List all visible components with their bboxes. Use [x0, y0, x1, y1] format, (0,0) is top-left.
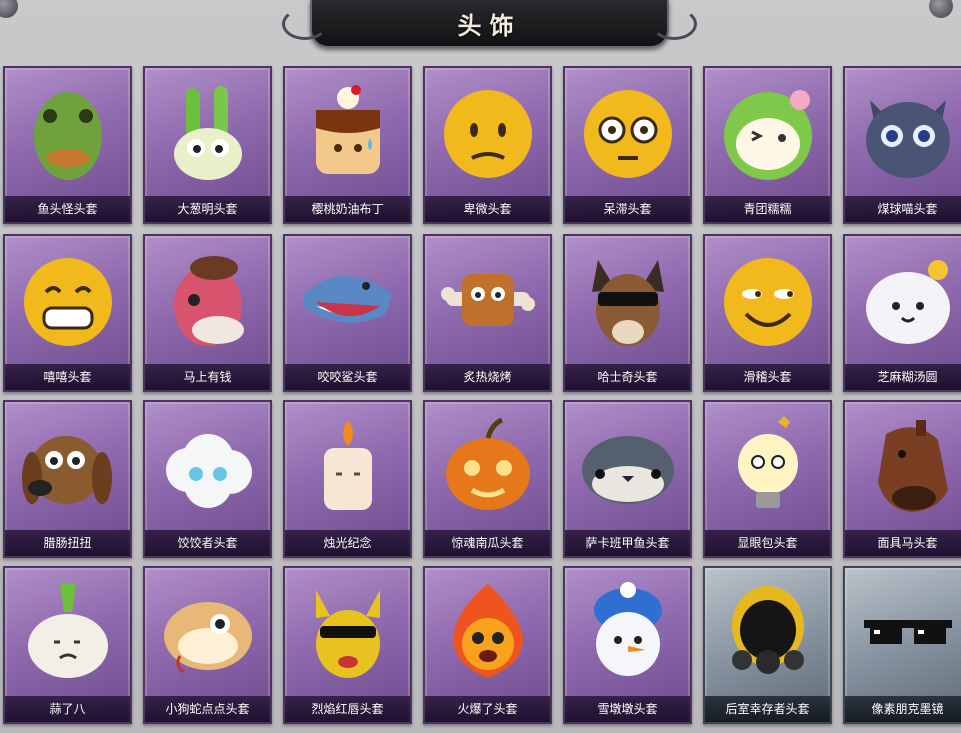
item-card[interactable]: 嘻嘻头套 [3, 234, 132, 392]
item-label: 芝麻糊汤圆 [845, 364, 961, 390]
black-cat-icon [865, 100, 950, 178]
item-card[interactable]: 饺饺者头套 [143, 400, 272, 558]
item-label: 烛光纪念 [285, 530, 410, 556]
item-card[interactable]: 蒜了八 [3, 566, 132, 724]
item-label: 大葱明头套 [145, 196, 270, 222]
fish-mask-icon [33, 92, 102, 180]
item-label: 呆滞头套 [565, 196, 690, 222]
item-label: 火爆了头套 [425, 696, 550, 722]
item-card[interactable]: 惊魂南瓜头套 [423, 400, 552, 558]
dachshund-icon [21, 436, 112, 504]
item-label: 煤球喵头套 [845, 196, 961, 222]
item-label: 像素朋克墨镜 [845, 696, 961, 722]
pink-horse-icon [173, 256, 244, 346]
item-card[interactable]: 显眼包头套 [703, 400, 832, 558]
item-card[interactable]: 马上有钱 [143, 234, 272, 392]
garlic-icon [27, 584, 108, 678]
green-onion-icon [173, 86, 242, 180]
item-card[interactable]: 火爆了头套 [423, 566, 552, 724]
pumpkin-icon [445, 417, 530, 510]
item-label: 惊魂南瓜头套 [425, 530, 550, 556]
sacabambaspis-icon [581, 436, 674, 504]
item-card[interactable]: 鱼头怪头套 [3, 66, 132, 224]
item-card[interactable]: 萨卡班甲鱼头套 [563, 400, 692, 558]
item-card[interactable]: 腊肠扭扭 [3, 400, 132, 558]
item-card[interactable]: 卑微头套 [423, 66, 552, 224]
husky-sunglasses-icon [591, 260, 664, 346]
item-card[interactable]: 后室幸存者头套 [703, 566, 832, 724]
snowman-icon [593, 582, 662, 676]
item-card[interactable]: 炙热烧烤 [423, 234, 552, 392]
cloud-dumpling-icon [165, 434, 252, 508]
item-card[interactable]: 呆滞头套 [563, 66, 692, 224]
item-label: 嘻嘻头套 [5, 364, 130, 390]
item-label: 显眼包头套 [705, 530, 830, 556]
item-label: 萨卡班甲鱼头套 [565, 530, 690, 556]
item-card[interactable]: 像素朋克墨镜 [843, 566, 961, 724]
item-label: 后室幸存者头套 [705, 696, 830, 722]
item-label: 腊肠扭扭 [5, 530, 130, 556]
item-label: 马上有钱 [145, 364, 270, 390]
candle-icon [323, 420, 372, 510]
item-card[interactable]: 烛光纪念 [283, 400, 412, 558]
snake-icon [163, 602, 252, 674]
item-label: 樱桃奶油布丁 [285, 196, 410, 222]
item-card[interactable]: 滑稽头套 [703, 234, 832, 392]
blank-stare-emoji-icon [583, 90, 672, 178]
corner-ornament-left [0, 0, 18, 18]
item-card[interactable]: 芝麻糊汤圆 [843, 234, 961, 392]
gas-mask-icon [731, 586, 804, 674]
title-banner: 头饰 [282, 0, 697, 48]
item-label: 鱼头怪头套 [5, 196, 130, 222]
item-label: 小狗蛇点点头套 [145, 696, 270, 722]
item-card[interactable]: 雪墩墩头套 [563, 566, 692, 724]
dumpling-icon [865, 260, 950, 344]
item-card[interactable]: 小狗蛇点点头套 [143, 566, 272, 724]
item-card[interactable]: 大葱明头套 [143, 66, 272, 224]
roast-meat-icon [440, 274, 535, 326]
item-card[interactable]: 樱桃奶油布丁 [283, 66, 412, 224]
item-label: 哈士奇头套 [565, 364, 690, 390]
lightbulb-icon [737, 416, 798, 508]
item-label: 青团糯糯 [705, 196, 830, 222]
shark-icon [303, 276, 392, 323]
item-label: 炙热烧烤 [425, 364, 550, 390]
item-label: 面具马头套 [845, 530, 961, 556]
item-label: 饺饺者头套 [145, 530, 270, 556]
humble-emoji-icon [443, 90, 532, 178]
fire-icon [452, 584, 523, 678]
item-card[interactable]: 青团糯糯 [703, 66, 832, 224]
item-label: 咬咬鲨头套 [285, 364, 410, 390]
smirk-emoji-icon [723, 258, 812, 346]
item-card[interactable]: 哈士奇头套 [563, 234, 692, 392]
item-label: 滑稽头套 [705, 364, 830, 390]
item-label: 烈焰红唇头套 [285, 696, 410, 722]
item-card[interactable]: 面具马头套 [843, 400, 961, 558]
pixel-sunglasses-icon [863, 620, 952, 644]
grin-emoji-icon [23, 258, 112, 346]
page-title: 头饰 [457, 11, 522, 40]
item-label: 卑微头套 [425, 196, 550, 222]
item-card[interactable]: 烈焰红唇头套 [283, 566, 412, 724]
horse-mask-icon [877, 420, 948, 512]
item-label: 蒜了八 [5, 696, 130, 722]
item-card[interactable]: 咬咬鲨头套 [283, 234, 412, 392]
pudding-icon [315, 85, 380, 174]
corner-ornament-right [929, 0, 953, 18]
item-label: 雪墩墩头套 [565, 696, 690, 722]
item-card[interactable]: 煤球喵头套 [843, 66, 961, 224]
yellow-mouse-icon [315, 590, 380, 678]
green-rice-ball-icon [723, 90, 812, 180]
